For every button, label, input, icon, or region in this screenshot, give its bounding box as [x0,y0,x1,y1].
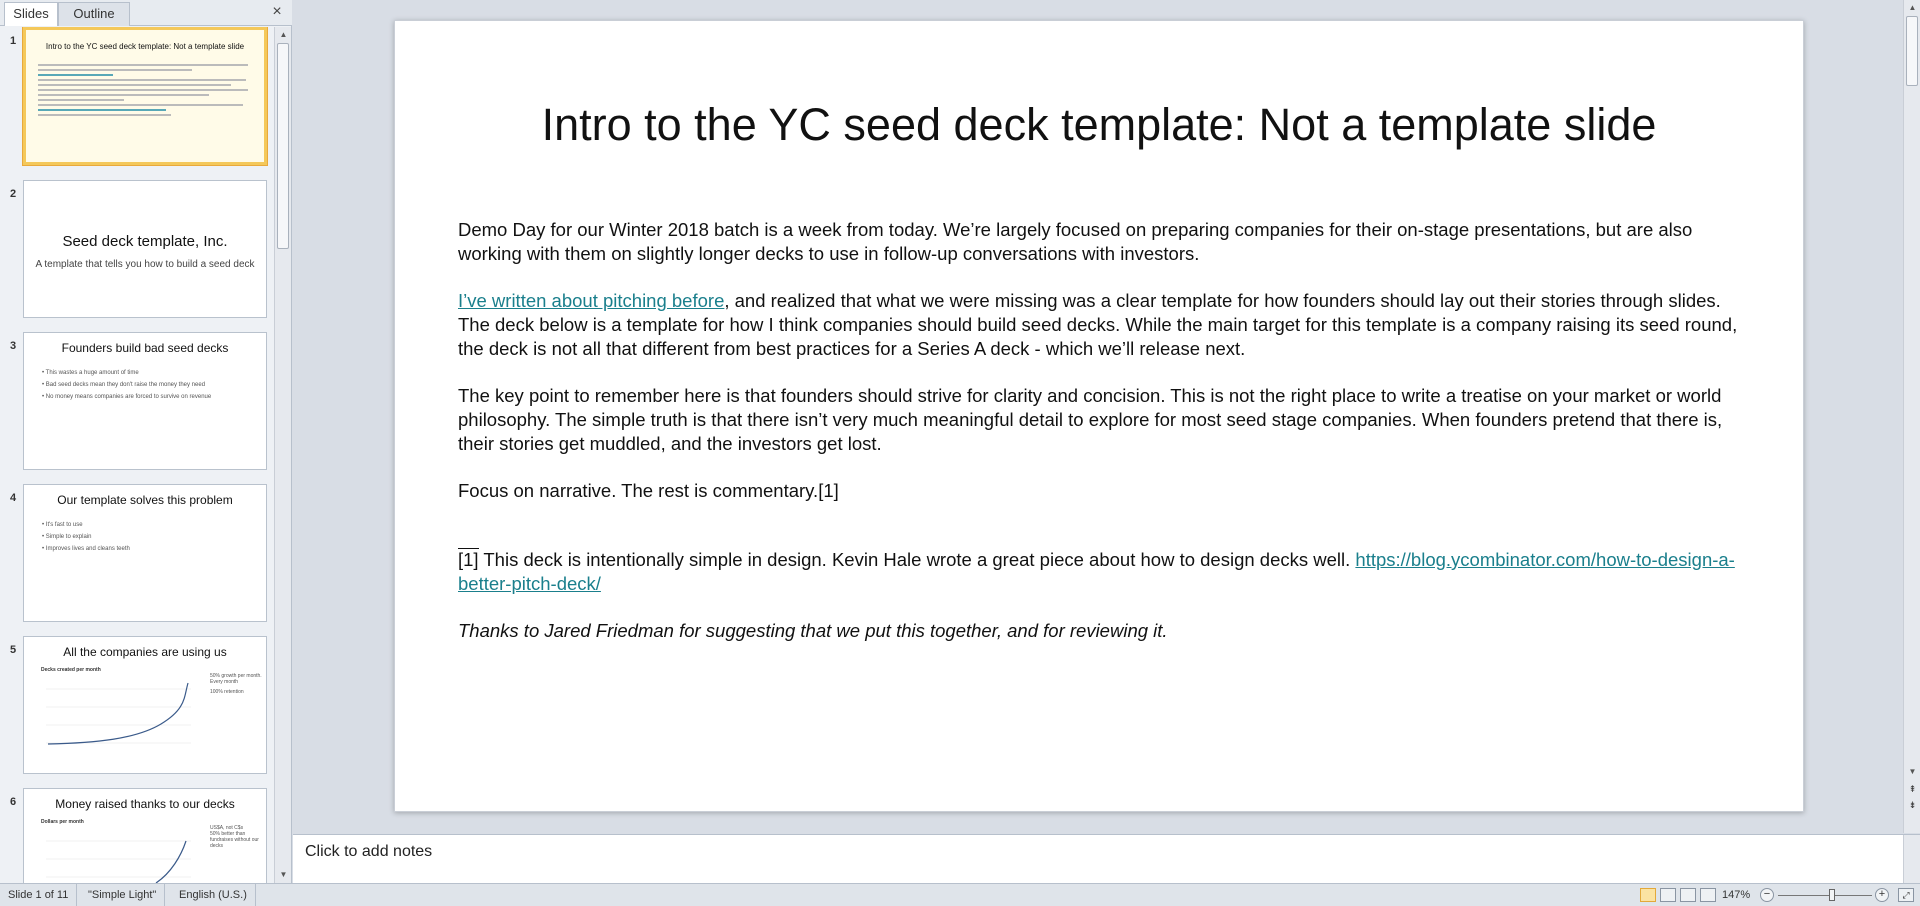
tab-slides[interactable]: Slides [4,2,58,26]
next-slide-icon[interactable]: ⇟ [1904,798,1920,812]
thumbnail-chart [46,682,191,745]
thumbnail-row[interactable]: 2 Seed deck template, Inc. A template th… [0,180,274,320]
body-paragraph-1: Demo Day for our Winter 2018 batch is a … [458,219,1693,264]
thumbnail-bullet: Improves lives and cleans teeth [42,546,130,552]
slide-thumbnail-2[interactable]: Seed deck template, Inc. A template that… [23,180,267,318]
thumbnail-row[interactable]: 3 Founders build bad seed decks This was… [0,332,274,472]
slide-sorter-view-icon[interactable] [1660,888,1676,902]
notes-scrollbar[interactable] [1903,835,1920,884]
current-slide[interactable]: Intro to the YC seed deck template: Not … [394,20,1804,812]
slide-title[interactable]: Intro to the YC seed deck template: Not … [395,99,1803,151]
normal-view-icon[interactable] [1640,888,1656,902]
scroll-down-arrow[interactable]: ▼ [275,867,292,883]
slide-number: 2 [10,188,17,200]
footnote-text: This deck is intentionally simple in des… [478,549,1356,570]
slide-number: 4 [10,492,17,504]
slide-thumbnail-list: 1 Intro to the YC seed deck template: No… [0,27,274,883]
slide-scrollbar[interactable]: ▲ ▼ ⇞ ⇟ [1903,0,1920,833]
legend-item: 50% better than fundraises without our d… [210,831,259,849]
thumbnail-subtitle: A template that tells you how to build a… [35,259,255,270]
pitching-link[interactable]: I’ve written about pitching before [458,290,724,311]
thumbnail-row[interactable]: 6 Money raised thanks to our decks Dolla… [0,788,274,883]
thumbnail-bullets: It's fast to use Simple to explain Impro… [42,522,130,558]
slide-counter: Slide 1 of 11 [0,884,78,906]
thumbnail-chart-legend: 50% growth per month. Every month 100% r… [210,673,262,695]
zoom-level[interactable]: 147% [1722,884,1750,906]
fit-to-window-icon[interactable]: ⤢ [1898,888,1914,902]
scroll-down-arrow[interactable]: ▼ [1904,764,1920,780]
body-paragraph-3: The key point to remember here is that f… [458,385,1723,454]
legend-item: 100% retention [210,689,244,695]
language-indicator[interactable]: English (U.S.) [171,884,256,906]
thumbnail-row[interactable]: 1 Intro to the YC seed deck template: No… [0,27,274,167]
slide-thumbnail-6[interactable]: Money raised thanks to our decks Dollars… [23,788,267,883]
thumbnail-title: Our template solves this problem [57,493,233,507]
thumbnail-bullet: It's fast to use [42,522,130,528]
thumbnail-bullet: Bad seed decks mean they don't raise the… [42,382,211,388]
scrollbar-thumb[interactable] [277,43,289,249]
thanks-text: Thanks to Jared Friedman for suggesting … [458,620,1168,641]
footnote-ref: [1] [458,548,479,570]
pane-tabs: Slides Outline × [0,0,292,26]
tab-outline[interactable]: Outline [58,2,130,26]
thumbnail-title: All the companies are using us [63,645,227,659]
thumbnail-row[interactable]: 4 Our template solves this problem It's … [0,484,274,624]
slide-editor: Intro to the YC seed deck template: Not … [293,0,1903,833]
scroll-up-arrow[interactable]: ▲ [275,27,292,43]
scrollbar-thumb[interactable] [1906,16,1918,86]
body-paragraph-2: I’ve written about pitching before, and … [458,289,1748,361]
thumbnail-row[interactable]: 5 All the companies are using us Decks c… [0,636,274,776]
slide-number: 5 [10,644,17,656]
slide-number: 6 [10,796,17,808]
thumbnail-bullet: This wastes a huge amount of time [42,370,211,376]
slide-number: 1 [10,35,17,47]
zoom-out-icon[interactable]: − [1760,888,1774,902]
zoom-in-icon[interactable]: + [1875,888,1889,902]
slide-number: 3 [10,340,17,352]
legend-item: 50% growth per month. Every month [210,673,262,685]
thumbnail-title: Founders build bad seed decks [61,341,229,355]
slides-pane: Slides Outline × 1 Intro to the YC seed … [0,0,292,883]
thumbnail-scrollbar[interactable]: ▲ ▼ [274,27,291,883]
theme-name[interactable]: "Simple Light" [80,884,166,906]
notes-pane[interactable]: Click to add notes [293,834,1920,884]
slide-thumbnail-5[interactable]: All the companies are using us Decks cre… [23,636,267,774]
footnote: [1] This deck is intentionally simple in… [458,548,1748,596]
thumbnail-title: Money raised thanks to our decks [55,797,235,811]
slide-thumbnail-1[interactable]: Intro to the YC seed deck template: Not … [23,27,267,165]
thumbnail-bullets: This wastes a huge amount of time Bad se… [42,370,212,406]
thumbnail-title: Intro to the YC seed deck template: Not … [45,42,245,51]
thumbnail-title: Seed deck template, Inc. [62,233,228,250]
slide-thumbnail-3[interactable]: Founders build bad seed decks This waste… [23,332,267,470]
thumbnail-chart [46,840,191,883]
thumbnail-bullet: Simple to explain [42,534,130,540]
zoom-slider-track[interactable] [1778,895,1872,896]
status-bar: Slide 1 of 11 "Simple Light" English (U.… [0,883,1920,906]
body-paragraph-4: Focus on narrative. The rest is commenta… [458,480,839,501]
thumbnail-bullet: No money means companies are forced to s… [42,394,211,400]
zoom-slider-thumb[interactable] [1829,889,1835,901]
reading-view-icon[interactable] [1680,888,1696,902]
slideshow-view-icon[interactable] [1700,888,1716,902]
scroll-up-arrow[interactable]: ▲ [1904,0,1920,16]
notes-placeholder[interactable]: Click to add notes [305,843,432,861]
thumbnail-text-lines [38,64,252,119]
thumbnail-chart-legend: US$A, not C$s 50% better than fundraises… [210,825,262,849]
previous-slide-icon[interactable]: ⇞ [1904,782,1920,796]
close-icon[interactable]: × [268,3,286,21]
slide-thumbnail-4[interactable]: Our template solves this problem It's fa… [23,484,267,622]
slide-body[interactable]: Demo Day for our Winter 2018 batch is a … [458,218,1748,666]
